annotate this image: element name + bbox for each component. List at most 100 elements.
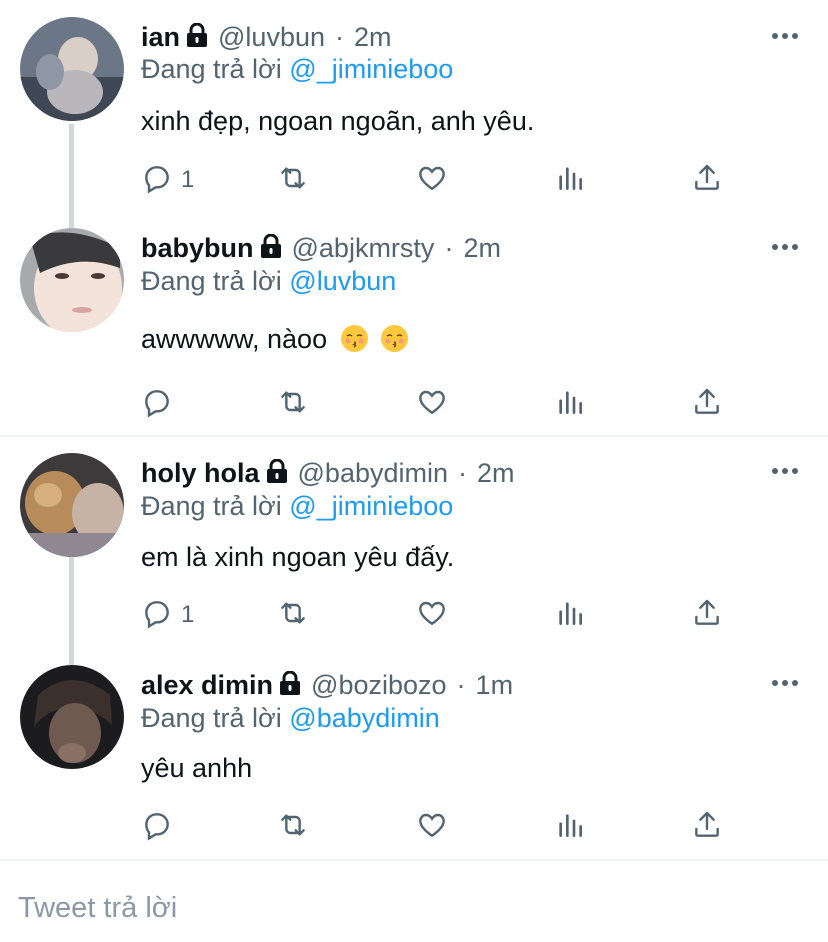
display-name[interactable]: holy hola	[141, 458, 260, 489]
heart-icon	[416, 162, 448, 199]
reply-icon	[141, 809, 173, 846]
display-name[interactable]: alex dimin	[141, 670, 273, 701]
tweet-text: em là xinh ngoan yêu đấy.	[141, 542, 455, 572]
lock-icon	[279, 670, 301, 695]
timestamp[interactable]: 1m	[476, 670, 514, 701]
mention-link[interactable]: @babydimin	[289, 703, 439, 733]
retweet-icon	[277, 162, 309, 199]
replying-to-label: Đang trả lời	[141, 491, 282, 521]
kissing-face-emoji-icon	[381, 325, 409, 352]
avatar[interactable]	[20, 17, 124, 121]
share-icon	[691, 597, 723, 634]
tweet-actions: 1	[141, 597, 741, 633]
mention-link[interactable]: @luvbun	[289, 266, 396, 296]
mention-link[interactable]: @_jiminieboo	[289, 54, 453, 84]
user-handle[interactable]: @luvbun	[218, 22, 325, 53]
separator-dot: ·	[456, 669, 466, 700]
separator-dot: ·	[335, 21, 344, 52]
tweet[interactable]: holy hola @babydimin · 2m Đang trả lời @…	[0, 437, 828, 657]
share-icon	[691, 162, 723, 199]
tweet[interactable]: alex dimin @bozibozo · 1m Đang trả lời @…	[0, 657, 828, 859]
lock-icon	[260, 233, 282, 258]
replying-to-label: Đang trả lời	[141, 54, 282, 84]
retweet-icon	[277, 597, 309, 634]
like-button[interactable]	[416, 386, 448, 422]
retweet-button[interactable]	[277, 386, 309, 422]
reply-icon	[141, 162, 173, 199]
user-handle[interactable]: @abjkmrsty	[292, 233, 435, 264]
share-button[interactable]	[691, 386, 723, 422]
more-options-icon[interactable]	[772, 467, 798, 475]
replying-to: Đang trả lời @_jiminieboo	[141, 54, 453, 85]
lock-icon	[266, 458, 288, 483]
tweet-text: yêu anhh	[141, 753, 253, 783]
avatar[interactable]	[20, 228, 124, 332]
timestamp[interactable]: 2m	[477, 458, 515, 489]
like-button[interactable]	[416, 809, 448, 845]
compose-divider	[0, 859, 828, 861]
replying-to: Đang trả lời @babydimin	[141, 703, 440, 734]
display-name[interactable]: ian	[141, 22, 180, 53]
analytics-button[interactable]	[554, 809, 586, 845]
replying-to: Đang trả lời @luvbun	[141, 266, 396, 297]
kissing-face-emoji-icon	[340, 325, 368, 352]
heart-icon	[416, 597, 448, 634]
reply-icon	[141, 386, 173, 423]
share-icon	[691, 809, 723, 846]
share-icon	[691, 386, 723, 423]
reply-button[interactable]	[141, 809, 181, 845]
replying-to-label: Đang trả lời	[141, 703, 282, 733]
tweet-actions	[141, 386, 741, 422]
tweet-text: xinh đẹp, ngoan ngoãn, anh yêu.	[141, 106, 535, 136]
heart-icon	[416, 809, 448, 846]
user-handle[interactable]: @bozibozo	[311, 670, 447, 701]
reply-count: 1	[181, 166, 195, 193]
replying-to-label: Đang trả lời	[141, 266, 282, 296]
mention-link[interactable]: @_jiminieboo	[289, 491, 453, 521]
timestamp[interactable]: 2m	[463, 233, 501, 264]
display-name[interactable]: babybun	[141, 233, 254, 264]
analytics-icon	[554, 597, 586, 634]
share-button[interactable]	[691, 809, 723, 845]
reply-button[interactable]: 1	[141, 597, 194, 633]
user-handle[interactable]: @babydimin	[298, 458, 448, 489]
reply-composer	[0, 862, 828, 942]
like-button[interactable]	[416, 597, 448, 633]
more-options-icon[interactable]	[772, 243, 798, 251]
lock-icon	[186, 22, 208, 47]
replying-to: Đang trả lời @_jiminieboo	[141, 491, 453, 522]
tweet[interactable]: ian @luvbun · 2m Đang trả lời @_jiminieb…	[0, 0, 828, 230]
retweet-button[interactable]	[277, 162, 309, 198]
retweet-button[interactable]	[277, 597, 309, 633]
analytics-button[interactable]	[554, 386, 586, 422]
tweet-text: awwwww, nàoo	[141, 324, 409, 355]
analytics-button[interactable]	[554, 597, 586, 633]
tweet-text-content: awwwww, nàoo	[141, 324, 328, 354]
retweet-icon	[277, 809, 309, 846]
reply-input[interactable]	[18, 888, 798, 928]
tweet[interactable]: babybun @abjkmrsty · 2m Đang trả lời @lu…	[0, 228, 828, 435]
tweet-actions: 1	[141, 162, 741, 198]
separator-dot: ·	[444, 232, 454, 263]
reply-count: 1	[181, 601, 195, 628]
retweet-icon	[277, 386, 309, 423]
share-button[interactable]	[691, 162, 723, 198]
avatar[interactable]	[20, 453, 124, 557]
retweet-button[interactable]	[277, 809, 309, 845]
reply-icon	[141, 597, 173, 634]
like-button[interactable]	[416, 162, 448, 198]
more-options-icon[interactable]	[772, 679, 798, 687]
reply-button[interactable]	[141, 386, 181, 422]
heart-icon	[416, 386, 448, 423]
analytics-icon	[554, 162, 586, 199]
more-options-icon[interactable]	[772, 32, 798, 40]
reply-button[interactable]: 1	[141, 162, 194, 198]
tweet-actions	[141, 809, 741, 845]
avatar[interactable]	[20, 665, 124, 769]
analytics-icon	[554, 809, 586, 846]
analytics-icon	[554, 386, 586, 423]
share-button[interactable]	[691, 597, 723, 633]
timestamp[interactable]: 2m	[354, 22, 392, 53]
analytics-button[interactable]	[554, 162, 586, 198]
separator-dot: ·	[458, 457, 467, 488]
